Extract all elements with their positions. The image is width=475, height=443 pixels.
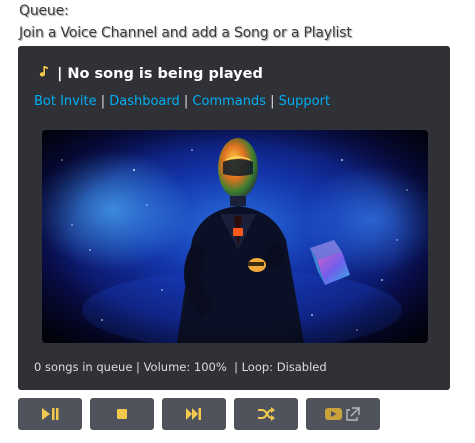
skip-icon	[186, 408, 201, 420]
bot-invite-link[interactable]: Bot Invite	[34, 94, 97, 109]
embed-links: Bot Invite | Dashboard | Commands | Supp…	[34, 94, 330, 109]
support-link[interactable]: Support	[279, 94, 330, 109]
embed-title: | No song is being played	[36, 65, 263, 82]
link-separator: |	[179, 94, 193, 109]
youtube-icon	[325, 407, 360, 421]
queue-title: Queue:	[19, 3, 69, 19]
shuffle-button[interactable]	[234, 398, 298, 430]
queue-message: Join a Voice Channel and add a Song or a…	[19, 25, 352, 41]
shuffle-icon	[258, 407, 275, 421]
skip-button[interactable]	[162, 398, 226, 430]
queue-status-footer: 0 songs in queue | Volume: 100% | Loop: …	[34, 360, 327, 374]
link-separator: |	[96, 94, 110, 109]
stop-button[interactable]	[90, 398, 154, 430]
now-playing-embed: | No song is being played Bot Invite | D…	[18, 46, 450, 390]
music-note-icon	[36, 66, 55, 82]
youtube-link-button[interactable]	[306, 398, 380, 430]
play-pause-button[interactable]	[18, 398, 82, 430]
dashboard-link[interactable]: Dashboard	[109, 94, 180, 109]
link-separator: |	[266, 94, 279, 109]
play-pause-icon	[42, 408, 59, 420]
embed-image	[42, 130, 428, 343]
commands-link[interactable]: Commands	[192, 94, 266, 109]
embed-title-text: | No song is being played	[57, 66, 263, 82]
stop-icon	[117, 409, 127, 419]
